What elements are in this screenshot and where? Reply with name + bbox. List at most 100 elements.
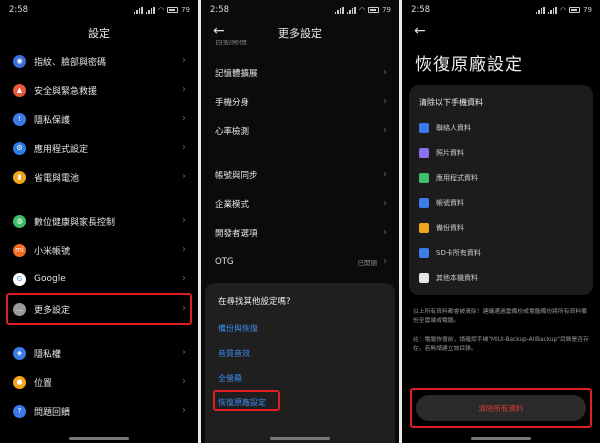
settings-item[interactable]: ◍ 數位健康與家長控制 › <box>0 210 198 232</box>
home-indicator <box>69 437 129 440</box>
chevron-right-icon: › <box>182 55 186 66</box>
settings-item[interactable]: ▲ 安全與緊急救援 › <box>0 79 198 101</box>
wifi-icon: ◠ <box>358 6 366 14</box>
more-settings-item[interactable]: OTG 已開閉 › <box>201 251 399 273</box>
battery-percent: 79 <box>181 6 190 14</box>
clear-data-item: 備份資料 <box>419 223 464 233</box>
clear-data-item-label: 聯絡人資料 <box>436 124 471 132</box>
settings-item[interactable]: ⚙ 應用程式設定 › <box>0 137 198 159</box>
battery-status-icon <box>569 7 581 13</box>
chevron-right-icon: › <box>383 125 387 136</box>
more-settings-item[interactable]: 帳號與同步 › <box>201 164 399 186</box>
settings-item[interactable]: ◈ 隱私權 › <box>0 342 198 364</box>
status-time: 2:58 <box>411 5 431 15</box>
highlight-factory-reset <box>213 390 280 411</box>
settings-item-label: 位置 <box>34 378 53 389</box>
data-type-icon <box>419 198 429 208</box>
settings-item-label: 數位健康與家長控制 <box>34 217 116 228</box>
highlight-erase-button <box>410 388 592 428</box>
settings-item[interactable]: ▮ 省電與電池 › <box>0 166 198 188</box>
data-type-icon <box>419 223 429 233</box>
data-type-icon <box>419 123 429 133</box>
chevron-right-icon: › <box>182 244 186 255</box>
chevron-right-icon: › <box>182 347 186 358</box>
data-type-icon <box>419 273 429 283</box>
more-settings-item-label: 開發者選項 <box>215 229 258 239</box>
clear-data-item: 帳號資料 <box>419 198 464 208</box>
data-type-icon <box>419 148 429 158</box>
chevron-right-icon: › <box>182 171 186 182</box>
status-bar: 2:58 ◠ 79 <box>201 0 399 20</box>
link-full-screen[interactable]: 全螢幕 <box>218 373 242 384</box>
factory-reset-screen: 2:58 ◠ 79 ← 恢復原廠設定 清除以下手機資料 聯絡人資料 照片資料 應用程… <box>402 0 600 443</box>
battery-status-icon <box>167 7 179 13</box>
clear-data-item-label: SD卡所有資料 <box>436 249 481 257</box>
mi-account-icon: mi <box>13 243 26 257</box>
home-indicator <box>471 437 531 440</box>
more-settings-item-label: 心率檢測 <box>215 127 250 137</box>
chevron-right-icon: › <box>182 376 186 387</box>
settings-item-label: 小米帳號 <box>34 246 71 257</box>
related-settings-popup: 在尋找其他設定嗎? 備份與恢復 音質音效 全螢幕 恢復原廠設定 <box>205 283 395 443</box>
chevron-right-icon: › <box>383 256 387 267</box>
clear-data-item-label: 備份資料 <box>436 224 464 232</box>
status-time: 2:58 <box>210 5 230 15</box>
settings-item[interactable]: ! 隱私保護 › <box>0 108 198 130</box>
clear-data-item: 應用程式資料 <box>419 173 478 183</box>
location-icon: ● <box>13 375 26 389</box>
chevron-right-icon: › <box>383 96 387 107</box>
settings-item-label: 安全與緊急救援 <box>34 86 98 97</box>
chevron-right-icon: › <box>182 84 186 95</box>
clear-data-item-label: 應用程式資料 <box>436 174 478 182</box>
status-bar: 2:58 ◠ 79 <box>402 0 600 20</box>
backup-note: 註：電腦恢復前，請確認手機"MIUI-Backup-AllBackup"目錄是否… <box>413 337 589 352</box>
link-audio-effects[interactable]: 音質音效 <box>218 348 250 359</box>
wifi-icon: ◠ <box>157 6 165 14</box>
settings-item[interactable]: G Google › <box>0 268 198 290</box>
signal-icon <box>334 6 344 14</box>
chevron-right-icon: › <box>383 67 387 78</box>
signal-icon <box>145 6 155 14</box>
data-type-icon <box>419 248 429 258</box>
data-to-clear-card: 清除以下手機資料 聯絡人資料 照片資料 應用程式資料 帳號資料 備份資料 SD卡所有資料其… <box>409 85 593 295</box>
battery-status-icon <box>368 7 380 13</box>
home-indicator <box>270 437 330 440</box>
settings-item[interactable]: ? 問題回饋 › <box>0 400 198 422</box>
popup-title: 在尋找其他設定嗎? <box>218 297 291 307</box>
page-title: 更多設定 <box>278 27 322 40</box>
privacy-permission-icon: ◈ <box>13 346 26 360</box>
partial-item-label: 自動開機 <box>215 40 247 46</box>
settings-item[interactable]: mi 小米帳號 › <box>0 239 198 261</box>
clear-data-item-label: 其他本機資料 <box>436 274 478 282</box>
clear-data-item: SD卡所有資料 <box>419 248 481 258</box>
settings-item[interactable]: ● 位置 › <box>0 371 198 393</box>
more-settings-item-label: 記憶體擴展 <box>215 69 258 79</box>
otg-status-value: 已開閉 <box>357 259 378 267</box>
chevron-right-icon: › <box>182 405 186 416</box>
signal-icon <box>547 6 557 14</box>
more-settings-item[interactable]: 企業模式 › <box>201 193 399 215</box>
fingerprint-icon: ◉ <box>13 54 26 68</box>
battery-percent: 79 <box>382 6 391 14</box>
feedback-icon: ? <box>13 404 26 418</box>
back-arrow-icon[interactable]: ← <box>414 24 426 38</box>
chevron-right-icon: › <box>182 215 186 226</box>
more-settings-item[interactable]: 心率檢測 › <box>201 120 399 142</box>
settings-item[interactable]: ◉ 指紋、臉部與密碼 › <box>0 50 198 72</box>
clear-data-item: 其他本機資料 <box>419 273 478 283</box>
settings-item-label: Google <box>34 274 66 284</box>
more-settings-item[interactable]: 記憶體擴展 › <box>201 62 399 84</box>
clear-data-item-label: 帳號資料 <box>436 199 464 207</box>
settings-item-label: 省電與電池 <box>34 173 80 184</box>
battery-percent: 79 <box>583 6 592 14</box>
signal-icon <box>346 6 356 14</box>
privacy-icon: ! <box>13 112 26 126</box>
card-title: 清除以下手機資料 <box>419 98 483 107</box>
more-settings-item[interactable]: 開發者選項 › <box>201 222 399 244</box>
emergency-icon: ▲ <box>13 83 26 97</box>
link-backup-restore[interactable]: 備份與恢復 <box>218 323 258 334</box>
page-title: 設定 <box>88 27 110 40</box>
chevron-right-icon: › <box>383 169 387 180</box>
more-settings-item-label: 企業模式 <box>215 200 250 210</box>
more-settings-item[interactable]: 手機分身 › <box>201 91 399 113</box>
